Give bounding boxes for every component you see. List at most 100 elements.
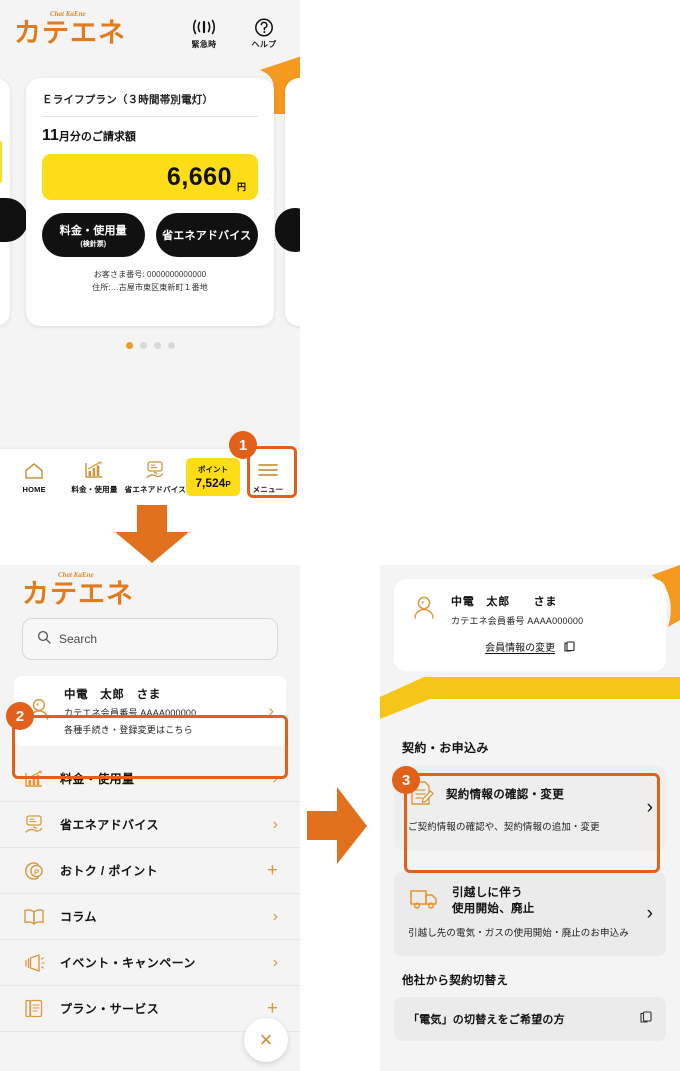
bill-amount-bar: 6,660 円 <box>42 154 258 200</box>
menu-item-column-label: コラム <box>60 910 97 924</box>
plus-icon: + <box>266 997 278 1019</box>
menu-item-usage[interactable]: 料金・使用量 › <box>0 756 300 802</box>
points-value: 7,524P <box>195 476 230 490</box>
electricity-switch-card[interactable]: 「電気」の切替えをご希望の方 <box>394 996 666 1041</box>
chevron-right-icon: › <box>646 796 653 818</box>
help-action[interactable]: ヘルプ <box>242 17 286 50</box>
menu-list: 料金・使用量 › 省エネアドバイス › P おトク / ポイント + コラム ›… <box>0 756 300 1032</box>
menu-item-points[interactable]: P おトク / ポイント + <box>0 848 300 894</box>
eco-advice-icon <box>143 459 167 481</box>
carousel-dot-4[interactable] <box>167 342 175 349</box>
contract-change-link-row[interactable]: 会員情報の変更 <box>410 639 650 655</box>
contract-info-card[interactable]: 契約情報の確認・変更 ご契約情報の確認や、契約情報の追加・変更 › <box>394 766 666 850</box>
menu-item-eco-advice[interactable]: 省エネアドバイス › <box>0 802 300 848</box>
home-icon <box>23 460 45 482</box>
menu-user-card[interactable]: 中電 太郎 さま カテエネ会員番号 AAAA000000 各種手続き・登録変更は… <box>14 676 286 746</box>
menu-user-sub: 各種手続き・登録変更はこちら <box>64 725 193 735</box>
menu-user-chevron-icon: › <box>268 701 274 720</box>
tab-menu-label: メニュー <box>252 485 284 494</box>
chevron-right-icon: › <box>272 815 278 833</box>
contract-user-card: 中電 太郎 さま カテエネ会員番号 AAAA000000 会員情報の変更 <box>394 579 666 671</box>
user-avatar-icon <box>410 594 438 627</box>
flow-arrow-right <box>307 785 369 872</box>
moving-card-head: 引越しに伴う 使用開始、廃止 <box>408 885 652 918</box>
external-link-icon <box>640 1010 652 1028</box>
menu-item-events-label: イベント・キャンペーン <box>60 956 196 970</box>
tab-usage[interactable]: 料金・使用量 <box>64 459 124 495</box>
bar-chart-icon <box>83 459 105 481</box>
contract-change-link[interactable]: 会員情報の変更 <box>485 643 555 654</box>
bill-summary-card: Ｅライフプラン（３時間帯別電灯） 11月分のご請求額 6,660 円 料金・使用… <box>26 78 274 326</box>
bill-amount-value: 6,660 <box>166 162 232 191</box>
bill-card-carousel[interactable]: Ｅライフプラン（３時間帯別電灯） 11月分のご請求額 6,660 円 料金・使用… <box>0 66 300 336</box>
menu-brand-logo: Chat KaEne カテエネ <box>0 565 300 618</box>
plus-icon: + <box>266 859 278 881</box>
step-badge-2: 2 <box>6 702 34 730</box>
carousel-card-previous[interactable] <box>0 78 28 326</box>
carousel-dot-2[interactable] <box>139 342 147 349</box>
search-wrapper: Search <box>0 618 300 660</box>
menu-brand-romaji: Chat KaEne <box>58 571 94 579</box>
menu-item-plans-label: プラン・サービス <box>60 1002 160 1016</box>
brand-romaji: Chat KaEne <box>50 9 86 18</box>
tab-menu[interactable]: メニュー <box>240 459 296 495</box>
prev-card-amount-bar <box>0 139 2 189</box>
menu-item-usage-label: 料金・使用量 <box>60 772 135 786</box>
tab-home[interactable]: HOME <box>4 460 64 494</box>
menu-user-name: 中電 太郎 さま <box>64 689 161 701</box>
eco-advice-button[interactable]: 省エネアドバイス <box>155 213 258 257</box>
search-placeholder: Search <box>59 632 98 646</box>
contract-screen-panel: 中電 太郎 さま カテエネ会員番号 AAAA000000 会員情報の変更 契約・… <box>380 565 680 1071</box>
moving-card-title-line2: 使用開始、廃止 <box>452 903 535 916</box>
svg-text:P: P <box>34 867 39 876</box>
bottom-tab-bar: HOME 料金・使用量 省エネアドバイス ポイント 7,524P メニュー <box>0 449 300 505</box>
bill-month-number: 11 <box>42 127 59 144</box>
bar-chart-icon <box>22 769 46 789</box>
carousel-dots[interactable] <box>0 342 300 349</box>
moving-truck-icon <box>408 885 440 918</box>
moving-card[interactable]: 引越しに伴う 使用開始、廃止 引越し先の電気・ガスの使用開始・廃止のお申込み › <box>394 871 666 956</box>
menu-item-column[interactable]: コラム › <box>0 894 300 940</box>
contract-section-title: 契約・お申込み <box>402 741 489 755</box>
plan-title: Ｅライフプラン（３時間帯別電灯） <box>42 94 214 106</box>
search-icon <box>37 630 51 649</box>
menu-item-events[interactable]: イベント・キャンペーン › <box>0 940 300 986</box>
home-header: Chat KaEne カテエネ 緊急時 ヘルプ <box>0 0 300 66</box>
points-badge[interactable]: ポイント 7,524P <box>186 458 240 496</box>
menu-item-eco-advice-label: 省エネアドバイス <box>60 818 159 832</box>
header-actions: 緊急時 ヘルプ <box>182 17 286 50</box>
step-badge-3: 3 <box>392 766 420 794</box>
eco-advice-icon <box>22 814 46 835</box>
carousel-dot-1[interactable] <box>125 342 133 349</box>
prev-card-pill <box>0 198 28 242</box>
customer-address: 住所:…古屋市東区東新町１番地 <box>92 283 208 293</box>
menu-user-info: 中電 太郎 さま カテエネ会員番号 AAAA000000 各種手続き・登録変更は… <box>64 686 196 736</box>
help-question-icon <box>254 17 274 37</box>
usage-button-label: 料金・使用量 <box>59 224 127 237</box>
yellow-band-decoration <box>380 673 680 734</box>
usage-button[interactable]: 料金・使用量 (検針票) <box>42 213 145 257</box>
contract-user-member-no: カテエネ会員番号 AAAA000000 <box>451 616 584 626</box>
tab-eco-advice[interactable]: 省エネアドバイス <box>125 459 186 495</box>
tab-usage-label: 料金・使用量 <box>71 485 118 494</box>
search-input[interactable]: Search <box>22 618 278 660</box>
carousel-dot-3[interactable] <box>153 342 161 349</box>
flow-arrow-down <box>107 505 197 570</box>
moving-card-title-line1: 引越しに伴う <box>452 886 523 899</box>
card-action-buttons: 料金・使用量 (検針票) 省エネアドバイス <box>42 213 258 257</box>
chevron-right-icon: › <box>272 769 278 787</box>
home-screen-panel: Chat KaEne カテエネ 緊急時 ヘルプ Ｅライフプラン（３時間帯別電灯）… <box>0 0 300 505</box>
contract-user-info: 中電 太郎 さま カテエネ会員番号 AAAA000000 <box>451 593 583 627</box>
close-menu-button[interactable]: × <box>244 1018 288 1062</box>
document-icon <box>22 998 46 1019</box>
contract-user-name: 中電 太郎 さま <box>451 596 558 608</box>
emergency-action[interactable]: 緊急時 <box>182 17 226 50</box>
menu-brand-logo-text-wrap: Chat KaEne カテエネ <box>22 572 300 608</box>
carousel-card-next[interactable] <box>275 78 300 326</box>
bill-amount-unit: 円 <box>236 182 246 192</box>
megaphone-icon <box>22 953 46 973</box>
contract-user-top: 中電 太郎 さま カテエネ会員番号 AAAA000000 <box>410 593 650 627</box>
moving-card-desc: 引越し先の電気・ガスの使用開始・廃止のお申込み <box>408 928 629 940</box>
points-unit: P <box>225 480 231 489</box>
eco-advice-button-label: 省エネアドバイス <box>162 230 252 242</box>
